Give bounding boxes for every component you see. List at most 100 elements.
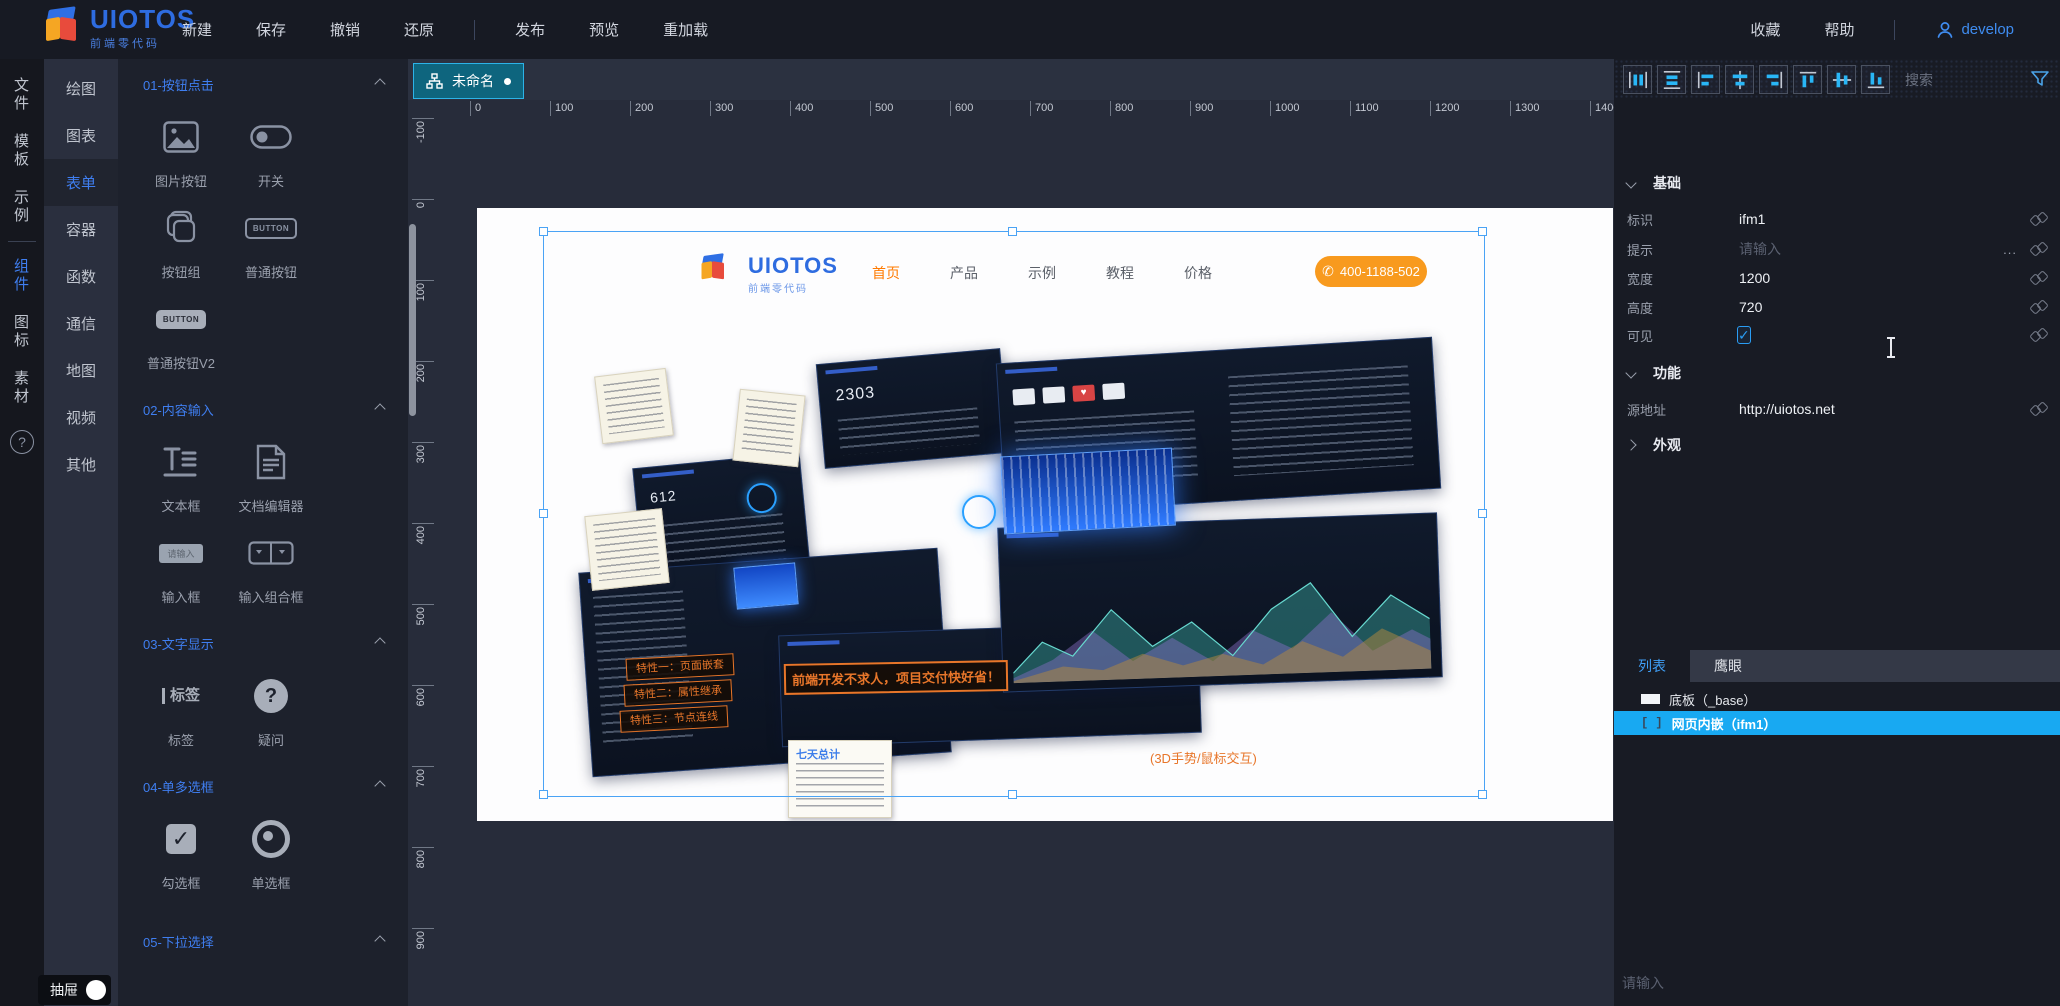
menu-redo[interactable]: 还原 [404, 19, 434, 40]
tip-field[interactable] [1737, 240, 2003, 258]
link-icon[interactable] [2031, 300, 2047, 314]
user-menu[interactable]: develop [1935, 20, 2014, 40]
prop-label: 可见 [1627, 326, 1737, 345]
section-appearance[interactable]: 外观 [1627, 435, 1681, 455]
align-right-icon[interactable] [1759, 65, 1788, 94]
distribute-horizontal-icon[interactable] [1623, 65, 1652, 94]
align-top-icon[interactable] [1793, 65, 1822, 94]
layer-row-base[interactable]: 底板（_base） [1614, 687, 2060, 711]
category-communication[interactable]: 通信 [44, 300, 118, 347]
section-basic[interactable]: 基础 [1627, 173, 1681, 193]
ruler-tick: 700 [412, 766, 434, 847]
component-question[interactable]: ? 疑问 [229, 674, 313, 749]
component-textbox[interactable]: 文本框 [139, 440, 223, 515]
category-draw[interactable]: 绘图 [44, 65, 118, 112]
section-title: 05-下拉选择 [143, 932, 214, 951]
category-other[interactable]: 其他 [44, 441, 118, 488]
chevron-right-icon [1625, 439, 1636, 450]
selection-handle-e[interactable] [1478, 509, 1487, 518]
filter-icon[interactable] [2030, 69, 2050, 92]
nav-icons[interactable]: 图标 [0, 304, 44, 360]
brackets-icon: [ ] [1641, 716, 1663, 730]
nav-components[interactable]: 组件 [0, 248, 44, 304]
link-icon[interactable] [2031, 271, 2047, 285]
component-plain-button-v2[interactable]: BUTTON 普通按钮V2 [139, 297, 223, 372]
drawer-label: 抽屉 [50, 980, 78, 1000]
category-charts[interactable]: 图表 [44, 112, 118, 159]
category-containers[interactable]: 容器 [44, 206, 118, 253]
menu-publish[interactable]: 发布 [515, 19, 545, 40]
component-switch[interactable]: 开关 [229, 115, 313, 190]
category-video[interactable]: 视频 [44, 394, 118, 441]
link-icon[interactable] [2031, 328, 2047, 342]
component-button-group[interactable]: 按钮组 [139, 206, 223, 281]
ruler-tick: -100 [412, 118, 434, 199]
section-header-checkbox[interactable]: 04-单多选框 [118, 771, 408, 801]
ruler-label: 1100 [1350, 101, 1430, 116]
selection-handle-se[interactable] [1478, 790, 1487, 799]
drawer-toggle[interactable]: 抽屉 [38, 975, 111, 1005]
selection-handle-ne[interactable] [1478, 227, 1487, 236]
menu-reload[interactable]: 重加载 [663, 19, 708, 40]
width-field[interactable] [1737, 269, 2031, 287]
component-input-combo[interactable]: 输入组合框 [229, 531, 313, 606]
question-circle-icon[interactable]: ? [10, 430, 34, 454]
nav-templates[interactable]: 模板 [0, 123, 44, 179]
link-icon[interactable] [2031, 242, 2047, 256]
link-icon[interactable] [2031, 212, 2047, 226]
component-tag[interactable]: 标签 标签 [139, 674, 223, 749]
component-checkbox[interactable]: ✓ 勾选框 [139, 817, 223, 892]
drawer-knob[interactable] [86, 980, 106, 1000]
selection-handle-s[interactable] [1008, 790, 1017, 799]
nav-examples[interactable]: 示例 [0, 179, 44, 235]
section-title: 02-内容输入 [143, 400, 214, 419]
tab-eagle-eye[interactable]: 鹰眼 [1690, 650, 1766, 682]
section-function[interactable]: 功能 [1627, 363, 1681, 383]
align-center-horizontal-icon[interactable] [1725, 65, 1754, 94]
nav-files[interactable]: 文件 [0, 67, 44, 123]
menu-save[interactable]: 保存 [256, 19, 286, 40]
align-bottom-icon[interactable] [1861, 65, 1890, 94]
user-icon [1935, 20, 1955, 40]
category-maps[interactable]: 地图 [44, 347, 118, 394]
layer-row-iframe[interactable]: [ ] 网页内嵌（ifm1） [1614, 711, 2060, 735]
distribute-vertical-icon[interactable] [1657, 65, 1686, 94]
section-basic-title: 基础 [1653, 173, 1681, 193]
selection-handle-nw[interactable] [539, 227, 548, 236]
selection-handle-sw[interactable] [539, 790, 548, 799]
selection-handle-n[interactable] [1008, 227, 1017, 236]
section-header-input[interactable]: 02-内容输入 [118, 394, 408, 424]
menu-new[interactable]: 新建 [182, 19, 212, 40]
layers-input[interactable] [1620, 974, 1924, 992]
tab-list[interactable]: 列表 [1614, 650, 1690, 682]
canvas-tab[interactable]: 未命名 [413, 63, 524, 99]
section-header-buttons[interactable]: 01-按钮点击 [118, 69, 408, 99]
more-button[interactable]: ... [2003, 242, 2017, 257]
favorite-button[interactable]: 收藏 [1750, 19, 1780, 40]
selection-handle-w[interactable] [539, 509, 548, 518]
help-button[interactable]: 帮助 [1824, 19, 1854, 40]
category-forms[interactable]: 表单 [44, 159, 118, 206]
visible-checkbox[interactable] [1737, 326, 1751, 344]
menu-undo[interactable]: 撤销 [330, 19, 360, 40]
prop-row-id: 标识 [1627, 207, 2047, 231]
align-left-icon[interactable] [1691, 65, 1720, 94]
id-field[interactable] [1737, 210, 2031, 228]
link-icon[interactable] [2031, 402, 2047, 416]
menu-preview[interactable]: 预览 [589, 19, 619, 40]
component-plain-button[interactable]: BUTTON 普通按钮 [229, 206, 313, 281]
component-doc-editor[interactable]: 文档编辑器 [229, 440, 313, 515]
source-url-field[interactable] [1737, 400, 2031, 418]
section-header-text[interactable]: 03-文字显示 [118, 628, 408, 658]
height-field[interactable] [1737, 298, 2031, 316]
align-middle-icon[interactable] [1827, 65, 1856, 94]
inspector-search-input[interactable] [1903, 71, 2017, 89]
input-combo-icon [248, 541, 294, 565]
component-radio[interactable]: 单选框 [229, 817, 313, 892]
component-image-button[interactable]: 图片按钮 [139, 115, 223, 190]
nav-materials[interactable]: 素材 [0, 360, 44, 416]
section-header-dropdown[interactable]: 05-下拉选择 [118, 926, 408, 956]
component-input-box[interactable]: 请输入 输入框 [139, 531, 223, 606]
category-functions[interactable]: 函数 [44, 253, 118, 300]
scrollbar-thumb[interactable] [409, 224, 416, 416]
